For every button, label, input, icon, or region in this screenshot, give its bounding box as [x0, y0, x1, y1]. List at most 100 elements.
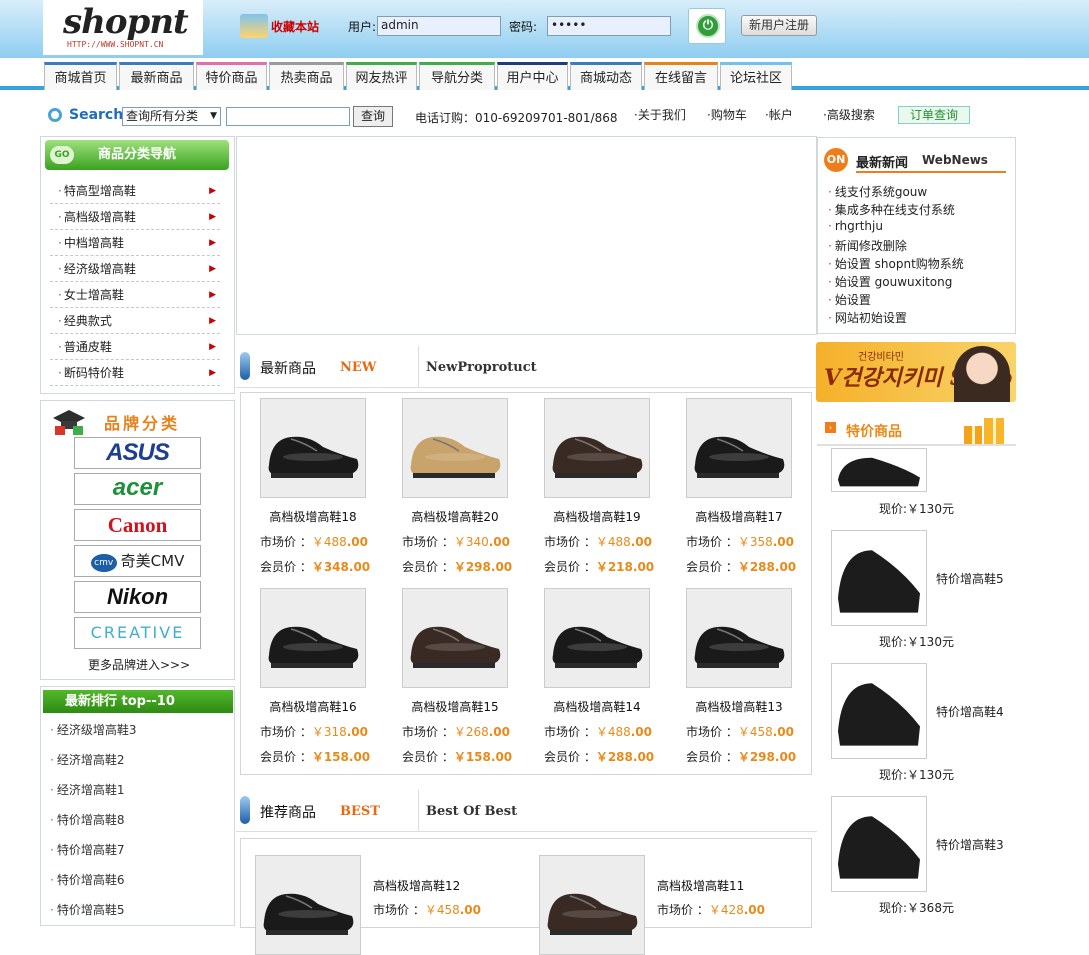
product-name[interactable]: 高档极增高鞋15	[384, 698, 526, 715]
news-item[interactable]: · 始设置 gouwuxitong	[828, 273, 952, 290]
brand-asus[interactable]: ASUS	[74, 437, 201, 469]
ranking-item[interactable]: · 特价增高鞋8	[50, 811, 124, 828]
special-product-image[interactable]	[831, 663, 927, 759]
product-name[interactable]: 高档极增高鞋12	[373, 877, 460, 894]
special-product-name[interactable]: 特价增高鞋5	[936, 570, 1004, 587]
ranking-item[interactable]: · 特价增高鞋7	[50, 841, 124, 858]
nav-forum[interactable]: 论坛社区	[720, 62, 792, 90]
news-item[interactable]: · 始设置 shopnt购物系统	[828, 255, 964, 272]
member-price: 会员价 ：￥288.00	[544, 748, 686, 765]
category-item[interactable]: · 高档级增高鞋 ▶	[50, 204, 220, 230]
more-brands-link[interactable]: 更多品牌进入>>>	[88, 656, 190, 673]
ad-banner[interactable]: 건강비타민 V건강지키미 Shop	[816, 342, 1016, 402]
gift-icon	[964, 418, 1004, 444]
product-image[interactable]	[544, 398, 650, 498]
order-query-button[interactable]: 订单查询	[898, 106, 970, 124]
category-select[interactable]: 查询所有分类 ▼	[122, 107, 221, 126]
login-button[interactable]: ⏻	[688, 8, 726, 44]
nav-user-center[interactable]: 用户中心	[497, 62, 568, 90]
password-field[interactable]: •••••	[547, 16, 671, 36]
news-item[interactable]: · 集成多种在线支付系统	[828, 201, 955, 218]
product-name[interactable]: 高档极增高鞋11	[657, 877, 744, 894]
special-product-image[interactable]	[831, 448, 927, 492]
product-image[interactable]	[544, 588, 650, 688]
link-about[interactable]: ·关于我们	[634, 106, 686, 123]
category-item[interactable]: · 经典款式 ▶	[50, 308, 220, 334]
nav-hot[interactable]: 热卖商品	[269, 62, 344, 90]
product-image[interactable]	[402, 588, 508, 688]
nav-reviews[interactable]: 网友热评	[346, 62, 417, 90]
product-image[interactable]	[402, 398, 508, 498]
news-item[interactable]: · 网站初始设置	[828, 309, 907, 326]
product-name[interactable]: 高档极增高鞋19	[526, 508, 668, 525]
product-image[interactable]	[260, 398, 366, 498]
search-input[interactable]	[226, 107, 350, 126]
brand-cmv[interactable]: cmv 奇美CMV	[74, 545, 201, 577]
category-item[interactable]: · 特高型增高鞋 ▶	[50, 178, 220, 204]
news-item-label: 始设置 shopnt购物系统	[834, 257, 964, 271]
member-price-value: ￥348	[311, 560, 349, 574]
brand-cmv-label: 奇美CMV	[120, 552, 185, 570]
nav-categories[interactable]: 导航分类	[419, 62, 495, 90]
bookmark-link[interactable]: 收藏本站	[271, 18, 319, 35]
product-name[interactable]: 高档极增高鞋14	[526, 698, 668, 715]
section-divider	[418, 346, 419, 388]
nav-news[interactable]: 商城动态	[570, 62, 642, 90]
nav-home[interactable]: 商城首页	[44, 62, 117, 90]
news-on-badge: ON	[824, 148, 848, 172]
news-item[interactable]: · 始设置	[828, 291, 871, 308]
member-price-value: ￥288	[595, 750, 633, 764]
category-item[interactable]: · 普通皮鞋 ▶	[50, 334, 220, 360]
category-item[interactable]: · 中档增高鞋 ▶	[50, 230, 220, 256]
section-tab-icon	[240, 352, 250, 380]
category-item[interactable]: · 断码特价鞋 ▶	[50, 360, 220, 386]
product-name[interactable]: 高档极增高鞋20	[384, 508, 526, 525]
brand-nikon[interactable]: Nikon	[74, 581, 201, 613]
nav-guestbook[interactable]: 在线留言	[644, 62, 718, 90]
member-price-label: 会员价 ：	[544, 560, 596, 574]
news-item[interactable]: · rhgrthju	[828, 219, 883, 233]
product-name[interactable]: 高档极增高鞋16	[242, 698, 384, 715]
special-product-image[interactable]	[831, 530, 927, 626]
nav-new-products[interactable]: 最新商品	[119, 62, 194, 90]
ranking-item[interactable]: · 特价增高鞋5	[50, 901, 124, 918]
brand-canon[interactable]: Canon	[74, 509, 201, 541]
special-product-name[interactable]: 特价增高鞋3	[936, 836, 1004, 853]
product-image[interactable]	[686, 588, 792, 688]
news-item[interactable]: · 新闻修改删除	[828, 237, 907, 254]
brand-canon-label: Canon	[107, 513, 168, 537]
link-account[interactable]: ·帐户	[765, 106, 793, 123]
brand-acer[interactable]: acer	[74, 473, 201, 505]
product-name[interactable]: 高档极增高鞋17	[668, 508, 810, 525]
ad-model-image	[954, 346, 1010, 402]
category-item[interactable]: · 女士增高鞋 ▶	[50, 282, 220, 308]
search-button[interactable]: 查询	[353, 106, 393, 127]
special-product-image[interactable]	[831, 796, 927, 892]
username-field[interactable]: admin	[377, 16, 501, 36]
product-image[interactable]	[539, 855, 645, 955]
nav-specials[interactable]: 特价商品	[196, 62, 267, 90]
product-name[interactable]: 高档极增高鞋18	[242, 508, 384, 525]
product-image[interactable]	[255, 855, 361, 955]
product-image[interactable]	[686, 398, 792, 498]
special-product-name[interactable]: 特价增高鞋4	[936, 703, 1004, 720]
ranking-item[interactable]: · 经济级增高鞋3	[50, 721, 136, 738]
site-logo[interactable]: shopnt HTTP://WWW.SHOPNT.CN	[43, 0, 203, 55]
ranking-item[interactable]: · 特价增高鞋6	[50, 871, 124, 888]
product-image[interactable]	[260, 588, 366, 688]
category-item-label: 特高型增高鞋	[63, 184, 136, 198]
ranking-item[interactable]: · 经济增高鞋1	[50, 781, 124, 798]
top10-header: 最新排行 top--10	[43, 690, 233, 713]
ranking-item[interactable]: · 经济增高鞋2	[50, 751, 124, 768]
category-item-label: 经典款式	[63, 314, 112, 328]
bookmark-icon[interactable]	[240, 14, 268, 38]
link-cart[interactable]: ·购物车	[707, 106, 747, 123]
category-item[interactable]: · 经济级增高鞋 ▶	[50, 256, 220, 282]
new-section-title: 最新商品	[260, 361, 316, 377]
news-item[interactable]: · 线支付系统gouw	[828, 183, 927, 200]
register-button[interactable]: 新用户注册	[741, 15, 817, 36]
product-name[interactable]: 高档极增高鞋13	[668, 698, 810, 715]
shoe-image	[838, 550, 920, 613]
link-advanced-search[interactable]: ·高级搜索	[823, 106, 875, 123]
brand-creative[interactable]: CREATIVE	[74, 617, 201, 649]
